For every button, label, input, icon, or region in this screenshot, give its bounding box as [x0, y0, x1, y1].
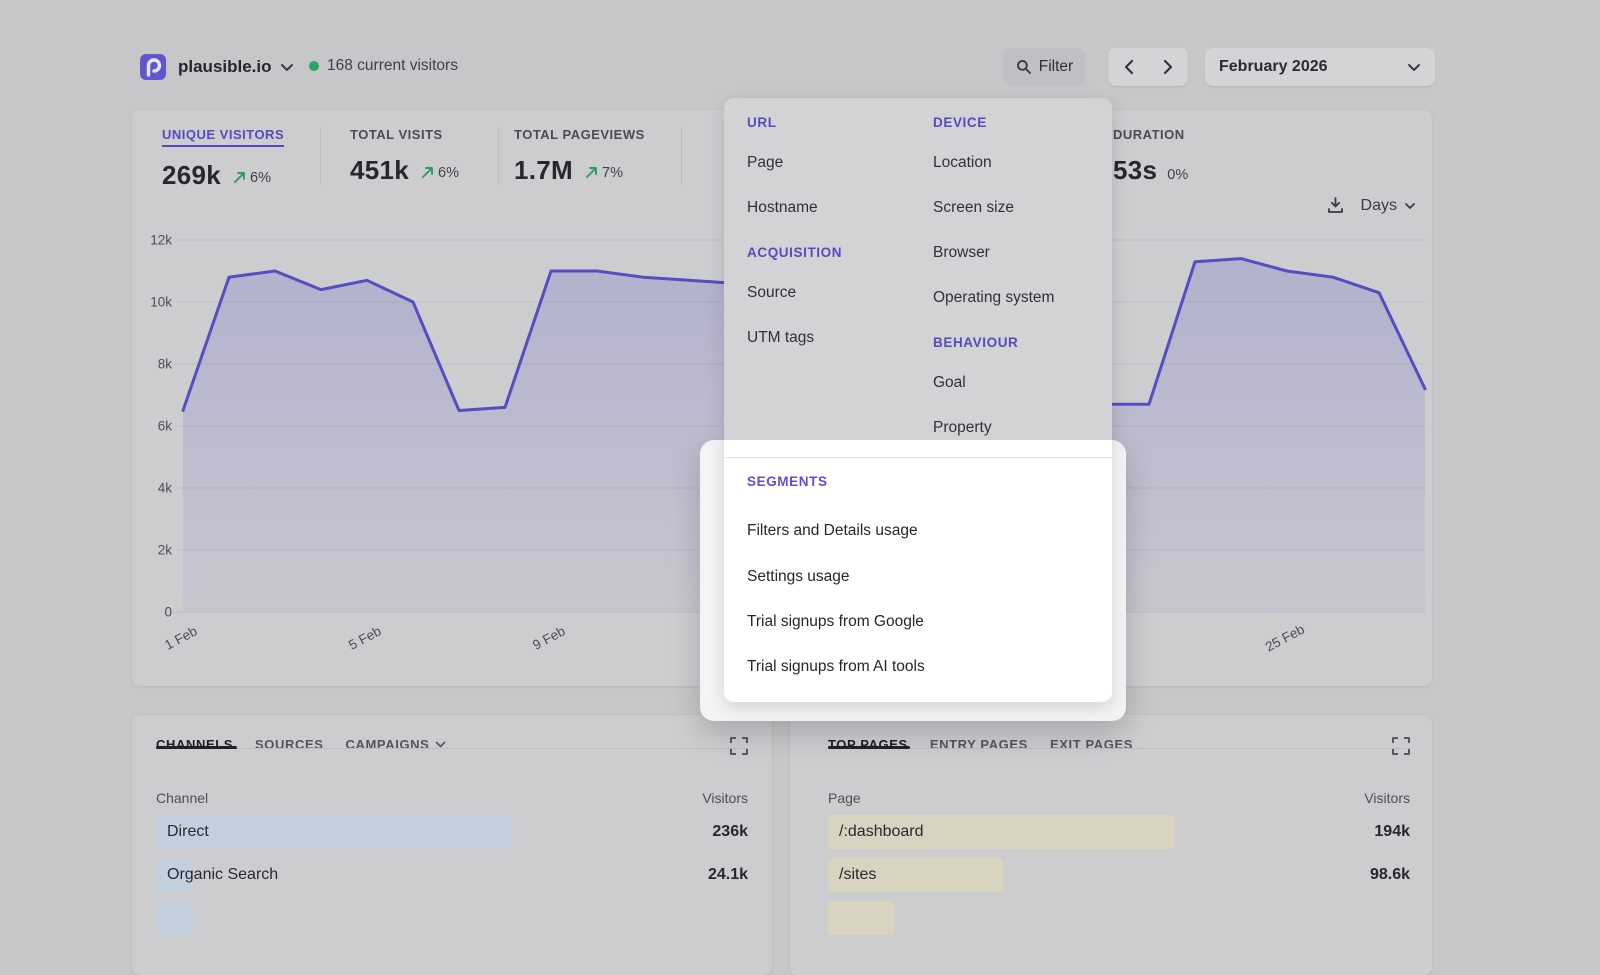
chevron-down-icon	[280, 63, 294, 72]
current-visitors-label: 168 current visitors	[327, 57, 458, 75]
svg-text:0: 0	[164, 605, 172, 620]
search-icon	[1016, 59, 1032, 75]
row-bar	[828, 901, 894, 935]
filter-group-behaviour: BEHAVIOUR	[933, 335, 1018, 350]
tab-active-underline	[828, 746, 910, 749]
svg-text:10k: 10k	[150, 295, 172, 310]
column-header-page: Page	[828, 790, 861, 806]
filter-option-hostname[interactable]: Hostname	[747, 199, 818, 217]
column-header-visitors: Visitors	[702, 790, 748, 806]
filter-dropdown-menu: URL Page Hostname ACQUISITION Source UTM…	[724, 98, 1112, 702]
segment-trial-signups-from-ai-tools[interactable]: Trial signups from AI tools	[747, 658, 925, 676]
date-range-label: February 2026	[1219, 58, 1328, 76]
tab-top-pages[interactable]: TOP PAGES	[828, 737, 908, 752]
table-row[interactable]	[156, 901, 748, 935]
site-name: plausible.io	[178, 57, 272, 77]
tab-active-underline	[156, 746, 237, 749]
row-label: Direct	[156, 823, 209, 841]
chevron-down-icon	[1407, 63, 1421, 72]
filter-group-segments: SEGMENTS	[747, 474, 828, 489]
svg-text:2k: 2k	[158, 543, 173, 558]
filter-option-property[interactable]: Property	[933, 419, 992, 437]
row-bar	[156, 901, 194, 935]
segment-trial-signups-from-google[interactable]: Trial signups from Google	[747, 613, 924, 631]
live-dot-icon	[309, 61, 319, 71]
row-value: 98.6k	[1370, 866, 1410, 884]
svg-text:1 Feb: 1 Feb	[162, 623, 200, 652]
filter-button[interactable]: Filter	[1003, 48, 1086, 86]
filter-option-page[interactable]: Page	[747, 154, 783, 172]
segment-settings-usage[interactable]: Settings usage	[747, 568, 850, 586]
segment-filters-and-details-usage[interactable]: Filters and Details usage	[747, 522, 918, 540]
tab-exit-pages[interactable]: EXIT PAGES	[1050, 737, 1133, 752]
svg-text:9 Feb: 9 Feb	[530, 623, 568, 652]
filter-option-goal[interactable]: Goal	[933, 374, 966, 392]
current-visitors[interactable]: 168 current visitors	[309, 57, 458, 75]
filter-option-browser[interactable]: Browser	[933, 244, 990, 262]
row-label: /sites	[828, 866, 876, 884]
menu-divider	[724, 457, 1112, 458]
svg-text:6k: 6k	[158, 419, 173, 434]
filter-option-location[interactable]: Location	[933, 154, 992, 172]
chevron-down-icon	[435, 741, 446, 748]
column-header-visitors: Visitors	[1364, 790, 1410, 806]
plausible-logo	[140, 54, 166, 80]
chart-y-ticks: 0 2k 4k 6k 8k 10k 12k	[150, 233, 172, 620]
filter-option-utm-tags[interactable]: UTM tags	[747, 329, 814, 347]
tab-underline-track	[156, 748, 748, 749]
table-row[interactable]: Organic Search 24.1k	[156, 858, 748, 892]
svg-text:12k: 12k	[150, 233, 172, 248]
prev-period-button[interactable]	[1123, 59, 1134, 75]
row-label: Organic Search	[156, 866, 278, 884]
svg-text:4k: 4k	[158, 481, 173, 496]
pages-card: TOP PAGES ENTRY PAGES EXIT PAGES Page Vi…	[790, 715, 1432, 975]
date-range-picker[interactable]: February 2026	[1205, 48, 1435, 86]
tab-underline-track	[828, 748, 1410, 749]
expand-icon[interactable]	[730, 737, 748, 755]
table-row[interactable]: Direct 236k	[156, 815, 748, 849]
filter-group-url: URL	[747, 115, 777, 130]
channels-card: CHANNELS SOURCES CAMPAIGNS Channel Visit…	[132, 715, 772, 975]
svg-text:8k: 8k	[158, 357, 173, 372]
filter-group-device: DEVICE	[933, 115, 987, 130]
row-value: 194k	[1374, 823, 1410, 841]
site-switcher[interactable]: plausible.io	[140, 54, 294, 80]
next-period-button[interactable]	[1163, 59, 1174, 75]
svg-text:5 Feb: 5 Feb	[346, 623, 384, 652]
row-value: 236k	[712, 823, 748, 841]
table-row[interactable]	[828, 901, 1410, 935]
filter-option-screen-size[interactable]: Screen size	[933, 199, 1014, 217]
filter-group-acquisition: ACQUISITION	[747, 245, 842, 260]
row-bar	[156, 815, 511, 849]
filter-option-operating-system[interactable]: Operating system	[933, 289, 1054, 307]
tab-entry-pages[interactable]: ENTRY PAGES	[930, 737, 1028, 752]
tab-sources[interactable]: SOURCES	[255, 737, 324, 752]
filter-option-source[interactable]: Source	[747, 284, 796, 302]
svg-text:25 Feb: 25 Feb	[1263, 622, 1307, 655]
column-header-channel: Channel	[156, 790, 208, 806]
table-row[interactable]: /:dashboard 194k	[828, 815, 1410, 849]
table-row[interactable]: /sites 98.6k	[828, 858, 1410, 892]
filter-button-label: Filter	[1039, 58, 1073, 76]
tab-campaigns[interactable]: CAMPAIGNS	[346, 737, 447, 752]
date-nav-group	[1108, 48, 1188, 86]
row-value: 24.1k	[708, 866, 748, 884]
row-label: /:dashboard	[828, 823, 924, 841]
tab-channels[interactable]: CHANNELS	[156, 737, 233, 752]
expand-icon[interactable]	[1392, 737, 1410, 755]
